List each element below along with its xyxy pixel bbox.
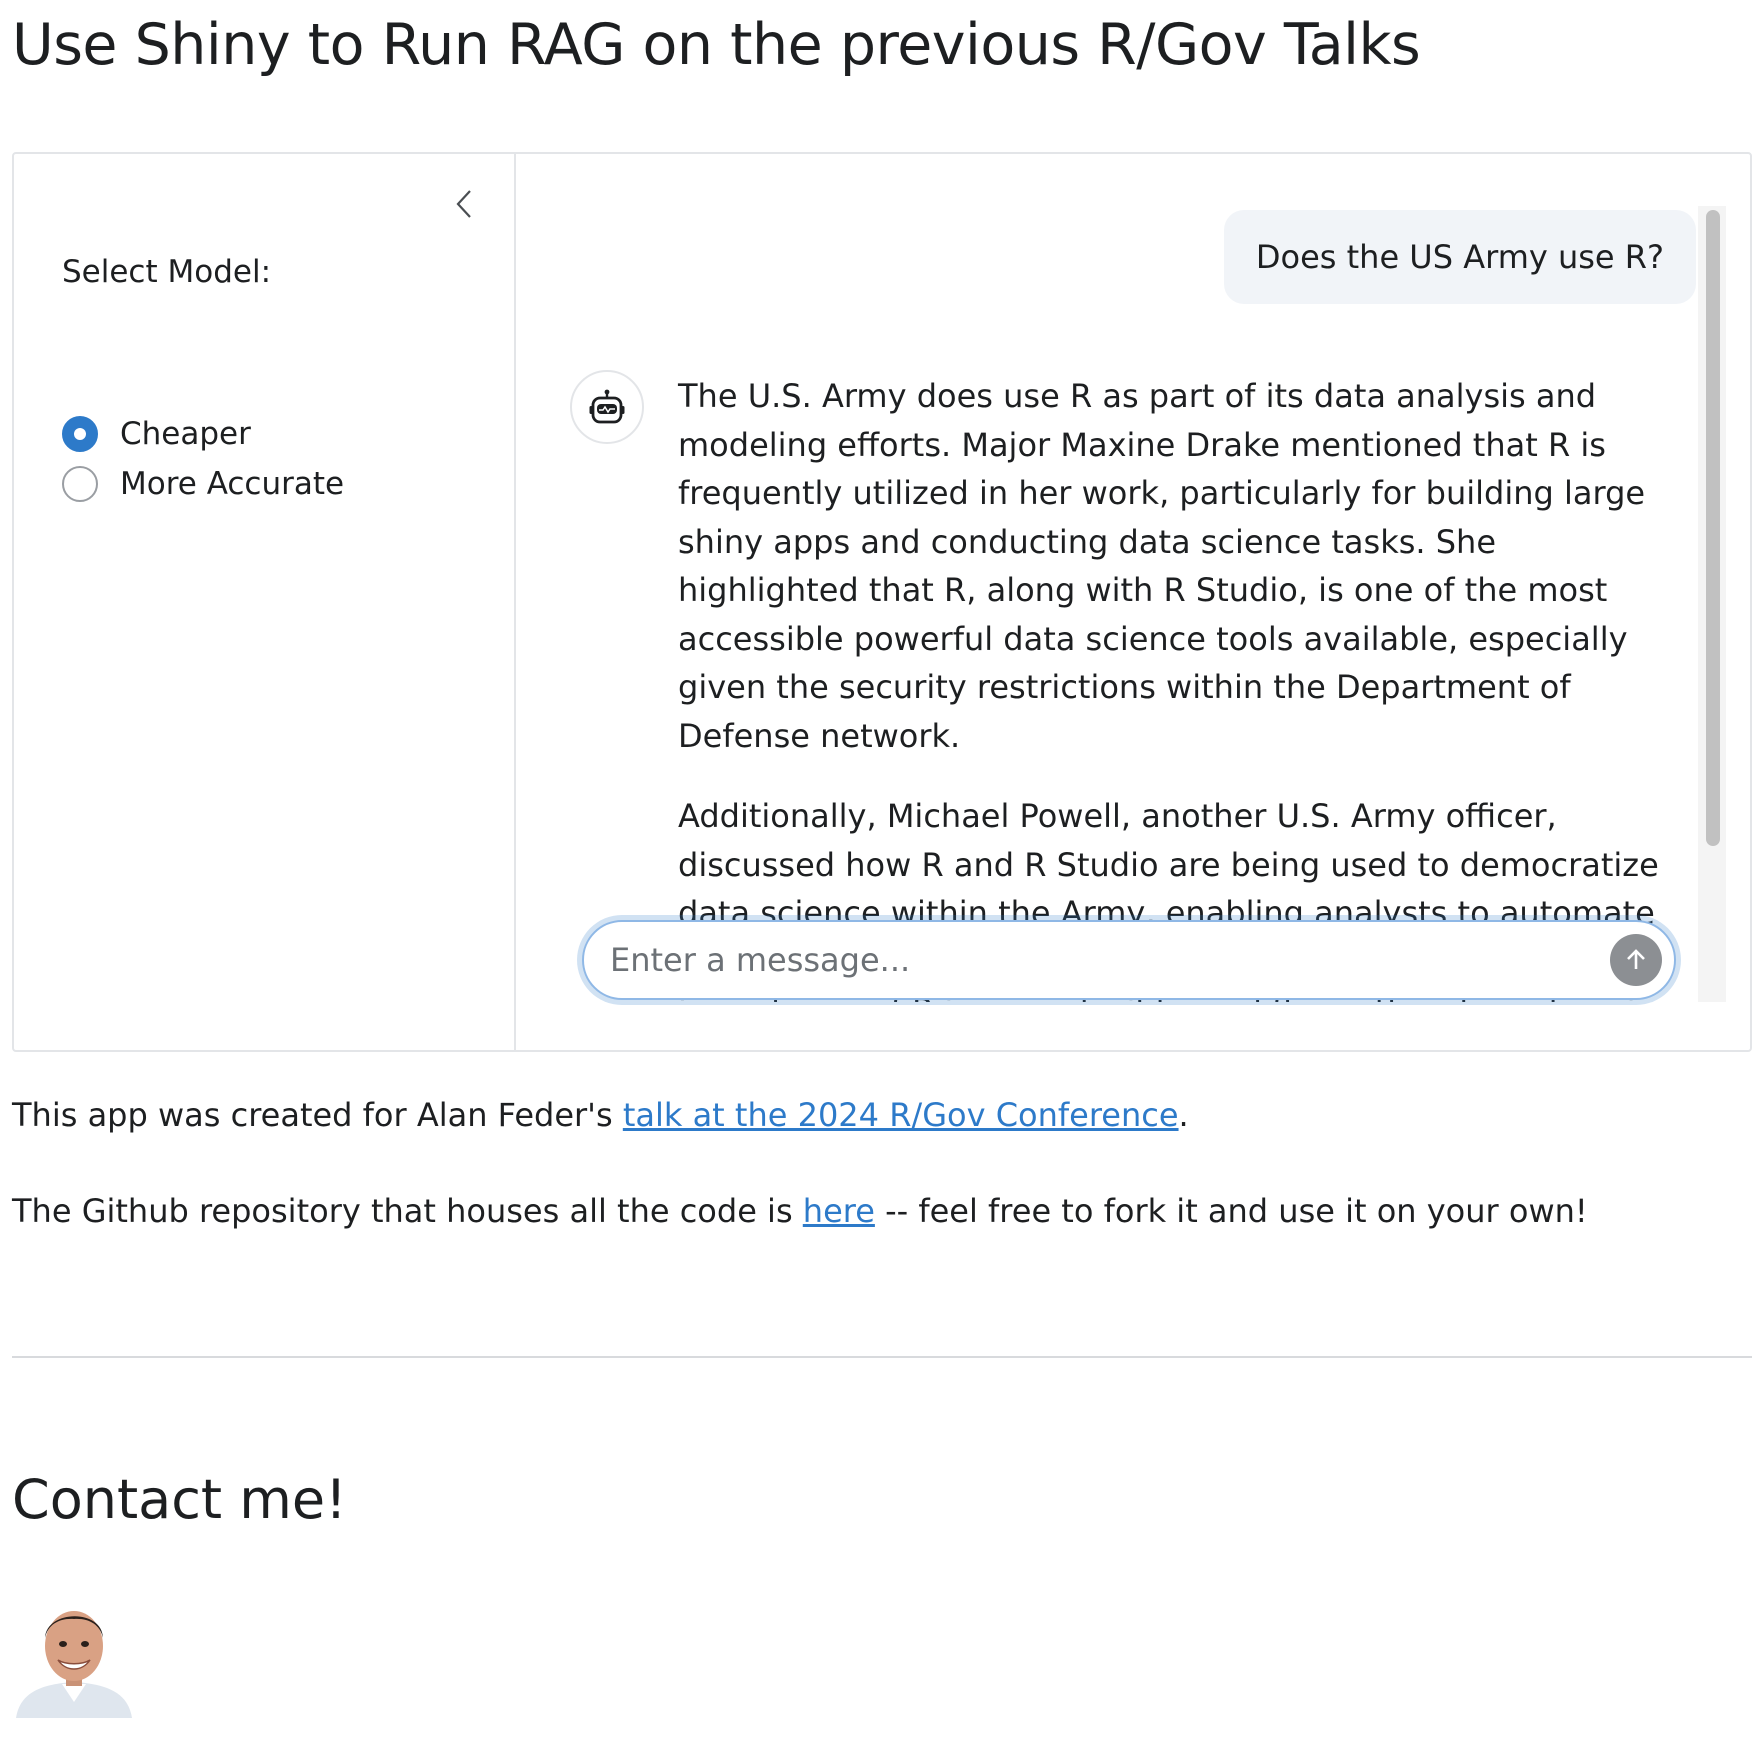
assistant-message: The U.S. Army does use R as part of its … [678,372,1678,1002]
repo-link[interactable]: here [803,1192,875,1230]
radio-label-more-accurate: More Accurate [120,466,345,502]
robot-icon [589,389,625,424]
radio-button-cheaper[interactable] [62,416,98,452]
sidebar: Select Model: Cheaper More Accurate [14,154,516,1050]
radio-option-cheaper[interactable]: Cheaper [62,416,251,452]
radio-button-more-accurate[interactable] [62,466,98,502]
chat-panel: Does the US Army use R? The U.S. Army do… [514,154,1750,1050]
credit-suffix: . [1178,1096,1189,1134]
send-button[interactable] [1610,934,1662,986]
credit-text: This app was created for Alan Feder's [12,1096,623,1134]
model-select-label: Select Model: [62,254,272,290]
user-message: Does the US Army use R? [1223,210,1696,304]
chat-scrollbar-thumb[interactable] [1706,210,1720,846]
credit-line: This app was created for Alan Feder's ta… [12,1096,1189,1134]
contact-heading: Contact me! [12,1468,347,1531]
app-card: Select Model: Cheaper More Accurate Does… [12,152,1752,1052]
assistant-paragraph: The U.S. Army does use R as part of its … [678,377,1646,755]
radio-option-more-accurate[interactable]: More Accurate [62,466,344,502]
assistant-avatar [570,370,644,444]
repo-line: The Github repository that houses all th… [12,1192,1588,1230]
talk-link[interactable]: talk at the 2024 R/Gov Conference [623,1096,1179,1134]
author-avatar[interactable] [12,1594,136,1718]
chat-scrollbar[interactable] [1698,206,1726,1002]
repo-suffix: -- feel free to fork it and use it on yo… [874,1192,1588,1230]
repo-text: The Github repository that houses all th… [12,1192,803,1230]
message-input-container [582,920,1676,1000]
section-divider [12,1356,1752,1358]
message-input[interactable] [608,940,1572,980]
radio-label-cheaper: Cheaper [120,416,251,452]
sidebar-collapse-button[interactable] [444,184,484,224]
chat-messages: Does the US Army use R? The U.S. Army do… [514,154,1700,1002]
page-title: Use Shiny to Run RAG on the previous R/G… [12,12,1421,78]
arrow-up-icon [1627,949,1645,969]
chevron-left-icon [456,190,471,218]
